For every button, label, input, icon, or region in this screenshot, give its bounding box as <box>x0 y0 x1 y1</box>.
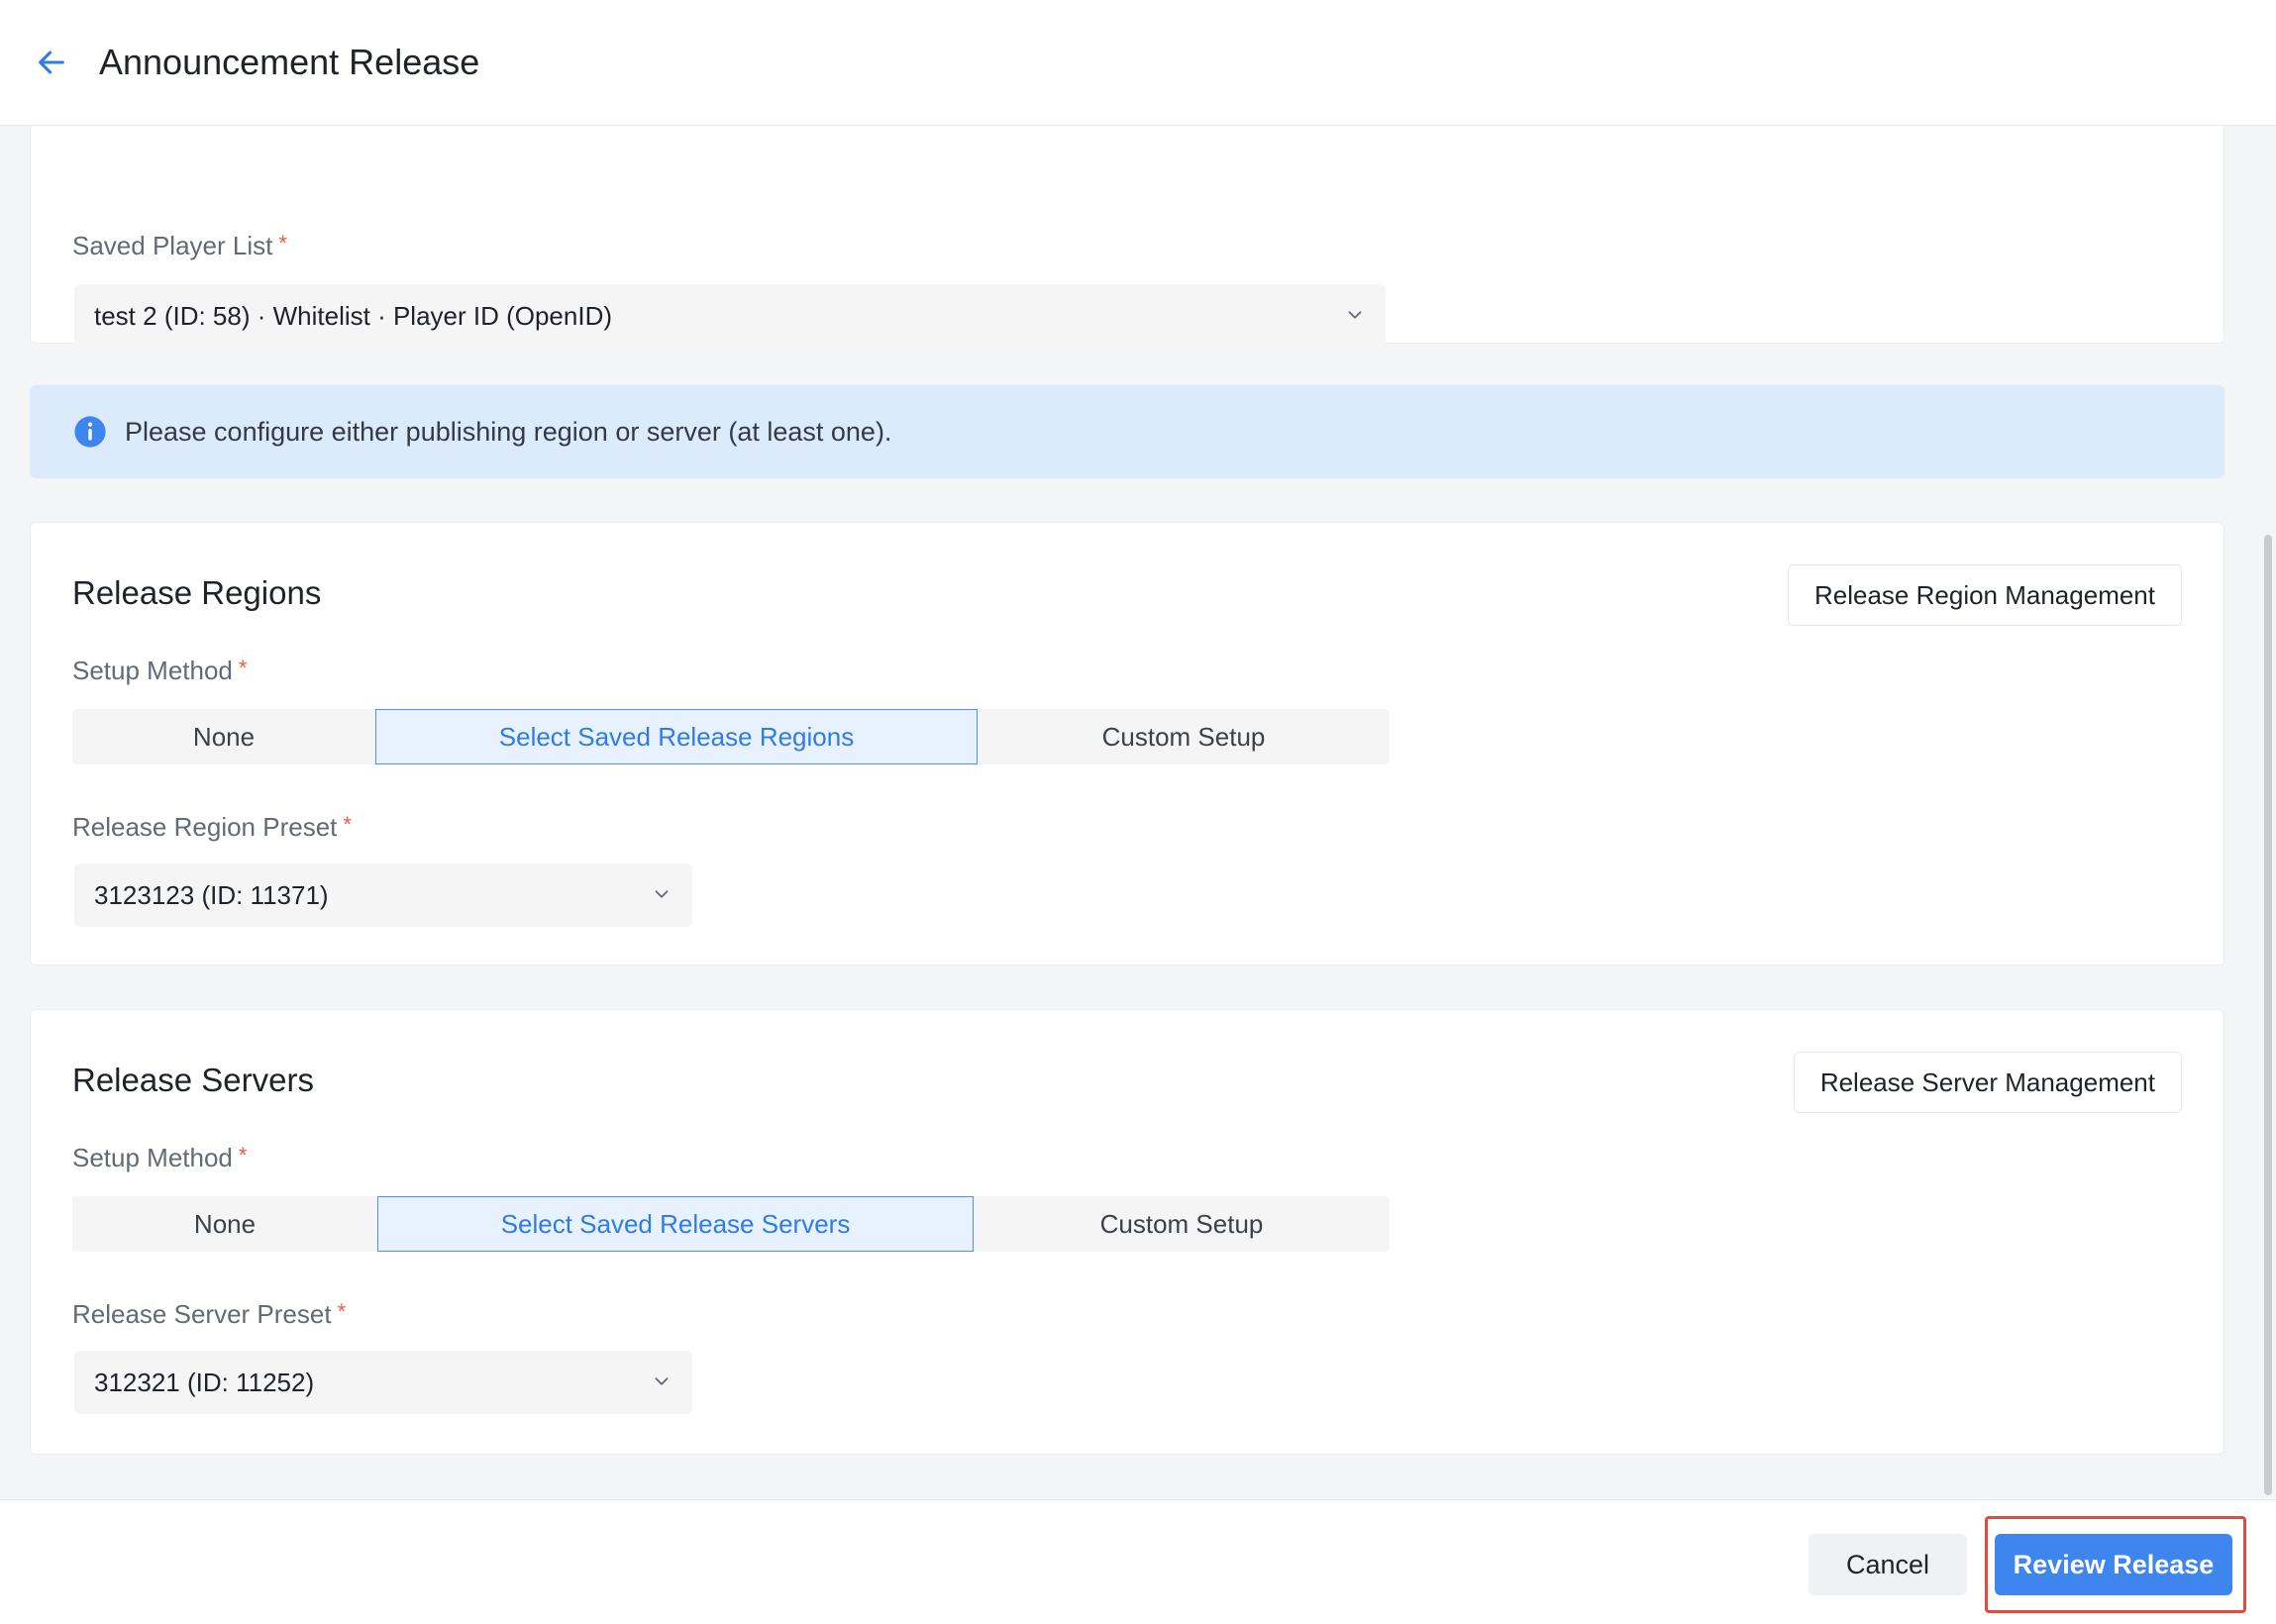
release-servers-title: Release Servers <box>72 1062 314 1098</box>
server-preset-select[interactable]: 312321 (ID: 11252) <box>74 1351 692 1414</box>
servers-setup-segmented: None Select Saved Release Servers Custom… <box>72 1196 1390 1252</box>
release-regions-title: Release Regions <box>72 574 322 611</box>
regions-option-custom[interactable]: Custom Setup <box>978 709 1390 764</box>
required-mark: * <box>343 812 352 837</box>
region-preset-value: 3123123 (ID: 11371) <box>94 879 329 910</box>
review-release-button[interactable]: Review Release <box>1995 1534 2232 1595</box>
info-banner: Please configure either publishing regio… <box>30 385 2224 478</box>
back-button[interactable] <box>30 41 73 84</box>
required-mark: * <box>337 1299 347 1324</box>
page-title: Announcement Release <box>99 42 480 82</box>
release-regions-card: Release Regions Release Region Managemen… <box>30 522 2224 965</box>
player-list-label: Saved Player List * <box>72 231 287 260</box>
vertical-scrollbar[interactable] <box>2264 535 2272 1495</box>
page-header: Announcement Release <box>0 0 2276 126</box>
info-icon <box>74 416 106 448</box>
player-list-select[interactable]: test 2 (ID: 58) · Whitelist · Player ID … <box>74 284 1386 348</box>
player-list-value: test 2 (ID: 58) · Whitelist · Player ID … <box>94 300 613 331</box>
region-preset-select[interactable]: 3123123 (ID: 11371) <box>74 863 692 927</box>
footer-bar: Cancel Review Release <box>0 1499 2276 1624</box>
regions-option-saved[interactable]: Select Saved Release Regions <box>375 709 978 764</box>
release-server-management-button[interactable]: Release Server Management <box>1793 1052 2182 1113</box>
servers-option-none[interactable]: None <box>72 1196 377 1252</box>
arrow-left-icon <box>39 51 64 74</box>
player-list-card: Saved Player List * test 2 (ID: 58) · Whi… <box>30 126 2224 348</box>
required-mark: * <box>238 1143 248 1167</box>
region-preset-label: Release Region Preset * <box>72 812 352 842</box>
servers-setup-method-label: Setup Method * <box>72 1143 248 1172</box>
regions-setup-segmented: None Select Saved Release Regions Custom… <box>72 709 1390 764</box>
required-mark: * <box>238 656 248 680</box>
server-preset-label: Release Server Preset * <box>72 1299 347 1329</box>
server-preset-value: 312321 (ID: 11252) <box>94 1367 315 1397</box>
info-text: Please configure either publishing regio… <box>125 416 892 447</box>
regions-option-none[interactable]: None <box>72 709 375 764</box>
chevron-down-icon <box>1348 311 1362 319</box>
chevron-down-icon <box>655 890 669 898</box>
servers-option-custom[interactable]: Custom Setup <box>974 1196 1390 1252</box>
chevron-down-icon <box>655 1377 669 1385</box>
cancel-button[interactable]: Cancel <box>1809 1534 1967 1595</box>
servers-option-saved[interactable]: Select Saved Release Servers <box>377 1196 974 1252</box>
form-content: Saved Player List * test 2 (ID: 58) · Whi… <box>0 126 2256 1499</box>
required-mark: * <box>278 231 287 255</box>
release-servers-card: Release Servers Release Server Managemen… <box>30 1009 2224 1455</box>
release-region-management-button[interactable]: Release Region Management <box>1788 564 2182 626</box>
regions-setup-method-label: Setup Method * <box>72 656 248 685</box>
